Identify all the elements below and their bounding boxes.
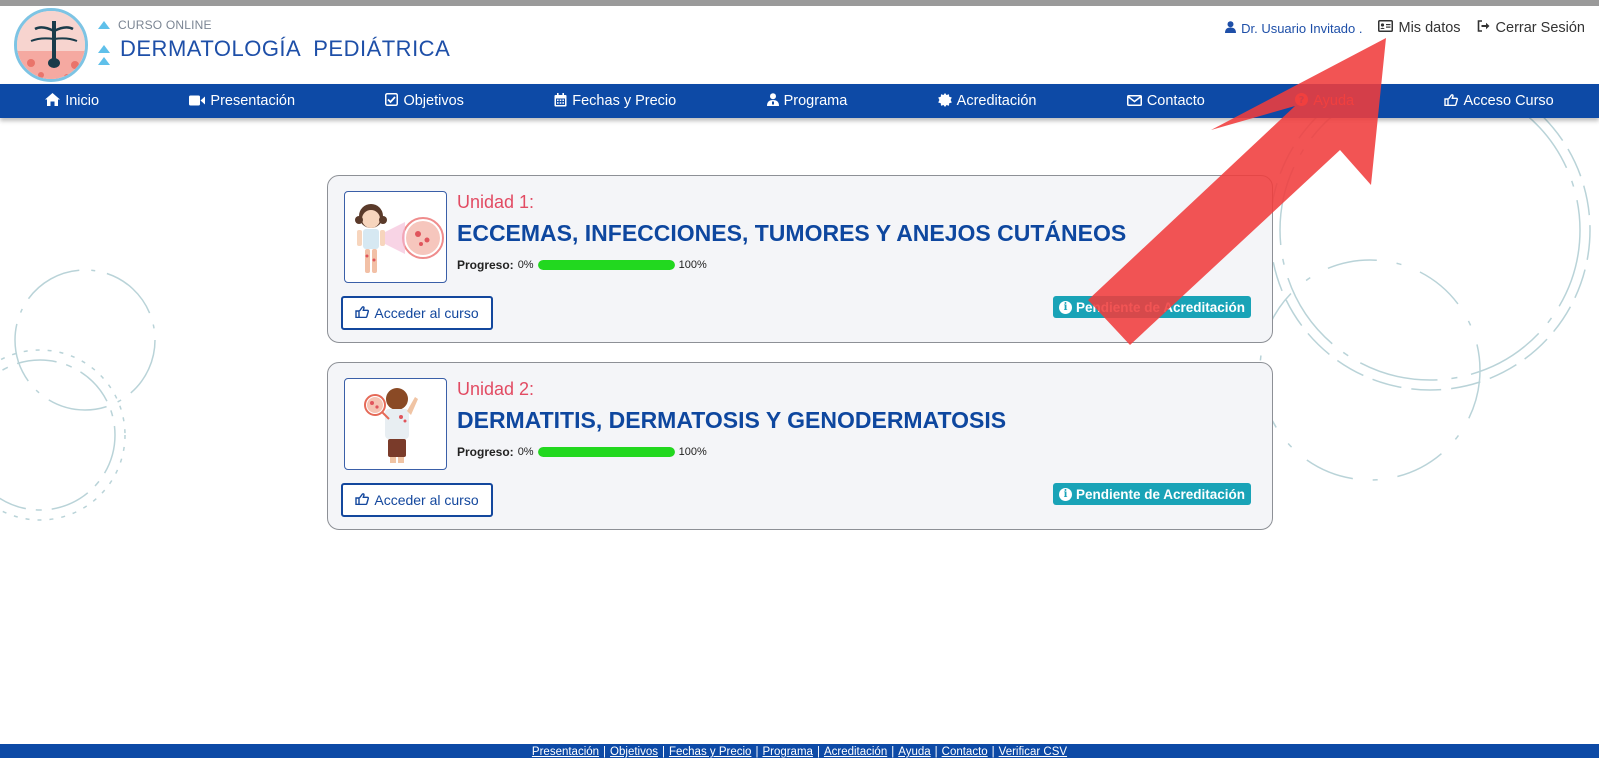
access-course-button[interactable]: Acceder al curso [341,483,493,517]
triangle-icon [98,21,110,29]
id-card-icon [1378,20,1394,36]
course-progress: Progreso: 0% 100% [457,445,707,459]
access-course-button[interactable]: Acceder al curso [341,296,493,330]
course-thumbnail [344,191,447,283]
progress-bar [537,260,675,270]
status-label: Pendiente de Acreditación [1076,486,1246,502]
site-header: CURSO ONLINE DERMATOLOGÍA PEDIÁTRICA Dr.… [0,6,1599,84]
envelope-icon [1126,94,1142,109]
child-dermatitis-illustration-icon [364,388,418,463]
footer-link-verificar-csv[interactable]: Verificar CSV [995,744,1071,758]
hand-pointer-icon [1444,93,1459,109]
course-title: DERMATITIS, DERMATOSIS Y GENODERMATOSIS [457,407,1007,433]
progress-bar-fill [537,260,675,270]
info-icon: i [1059,300,1072,314]
footer-link-acreditacion[interactable]: Acreditación [820,744,891,758]
nav-item-label: Acceso Curso [1463,93,1554,109]
footer-link-fechas[interactable]: Fechas y Precio [665,744,755,758]
user-icon [1225,20,1237,36]
child-eczema-illustration-icon [355,204,444,273]
video-icon [189,94,206,109]
footer-link-presentacion[interactable]: Presentación [528,744,603,758]
progress-label: Progreso: [457,445,514,459]
access-course-label: Acceder al curso [374,305,479,321]
site-footer: Presentación | Objetivos | Fechas y Prec… [0,744,1599,758]
nav-item-inicio[interactable]: Inicio [45,93,99,109]
course-unit: Unidad 2: [457,379,535,399]
course-progress: Progreso: 0% 100% [457,258,707,272]
brand-title: CURSO ONLINE DERMATOLOGÍA PEDIÁTRICA [98,18,450,62]
course-title: ECCEMAS, INFECCIONES, TUMORES Y ANEJOS C… [457,220,1127,246]
user-menu: Dr. Usuario Invitado . Mis datos Cerrar … [1225,20,1585,36]
nav-item-label: Contacto [1146,93,1205,109]
triangle-icon [98,57,110,65]
status-label: Pendiente de Acreditación [1076,299,1246,315]
progress-bar [537,447,675,457]
user-name: Dr. Usuario Invitado . [1225,21,1362,36]
question-circle-icon: ? [1295,93,1309,109]
progress-max: 100% [678,259,707,271]
nav-item-objetivos[interactable]: Objetivos [385,93,464,109]
nav-item-acreditacion[interactable]: Acreditación [937,92,1037,110]
brand-subtitle: CURSO ONLINE [118,18,212,32]
info-icon: i [1059,487,1072,501]
status-badge: i Pendiente de Acreditación [1053,296,1252,318]
hand-pointer-icon [355,305,370,321]
course-unit: Unidad 1: [457,192,535,212]
nav-item-acceso-curso[interactable]: Acceso Curso [1444,93,1554,109]
nav-item-ayuda[interactable]: ? Ayuda [1295,93,1354,109]
brand-name: DERMATOLOGÍA PEDIÁTRICA [120,36,451,61]
nav-item-fechas[interactable]: Fechas y Precio [554,92,677,110]
user-name-label: Dr. Usuario Invitado . [1241,20,1363,36]
course-card: Unidad 1: ECCEMAS, INFECCIONES, TUMORES … [327,175,1273,343]
access-course-label: Acceder al curso [374,492,479,508]
footer-link-contacto[interactable]: Contacto [938,744,992,758]
main-nav: Inicio Presentación Objetivos Fechas y P… [0,84,1599,118]
my-data-label: Mis datos [1398,20,1461,36]
footer-link-programa[interactable]: Programa [758,744,817,758]
check-square-icon [385,93,399,109]
course-card: Unidad 2: DERMATITIS, DERMATOSIS Y GENOD… [327,362,1273,530]
site-logo[interactable] [14,8,88,82]
nav-item-label: Acreditación [956,93,1037,109]
skin-logo-icon [17,11,85,79]
logout-label: Cerrar Sesión [1495,20,1585,36]
nav-item-label: Ayuda [1313,93,1355,109]
footer-link-ayuda[interactable]: Ayuda [894,744,934,758]
nav-item-label: Objetivos [403,93,464,109]
nav-item-programa[interactable]: Programa [766,93,848,109]
nav-item-label: Fechas y Precio [572,93,677,109]
progress-min: 0% [517,446,534,458]
my-data-link[interactable]: Mis datos [1378,20,1461,36]
user-md-icon [766,93,779,109]
nav-item-label: Inicio [65,93,100,109]
course-thumbnail [344,378,447,470]
nav-item-label: Presentación [210,93,296,109]
progress-max: 100% [678,446,707,458]
progress-bar-fill [537,447,675,457]
logout-link[interactable]: Cerrar Sesión [1477,20,1585,36]
certificate-icon [937,92,952,110]
hand-pointer-icon [355,492,370,508]
progress-label: Progreso: [457,258,514,272]
sign-out-icon [1477,20,1491,36]
progress-min: 0% [517,259,534,271]
footer-link-objetivos[interactable]: Objetivos [606,744,662,758]
calendar-icon [554,92,567,110]
svg-text:?: ? [1299,95,1305,106]
nav-item-label: Programa [783,93,848,109]
nav-item-contacto[interactable]: Contacto [1126,93,1205,109]
triangle-icon [98,45,110,53]
status-badge: i Pendiente de Acreditación [1053,483,1252,505]
nav-item-presentacion[interactable]: Presentación [189,93,295,109]
home-icon [45,93,61,109]
